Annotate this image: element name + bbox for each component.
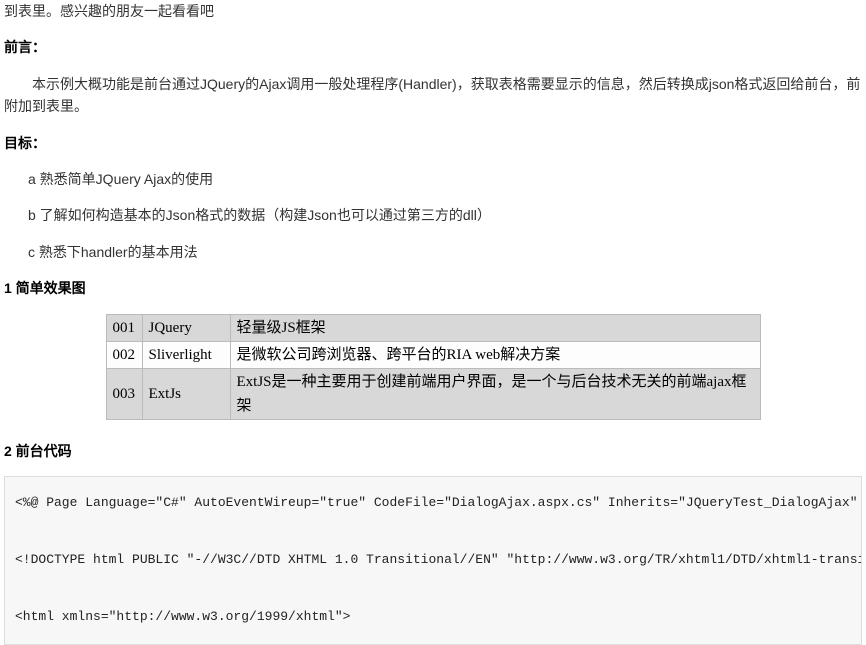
cell-id: 002 [106, 341, 142, 368]
section1-heading: 1 简单效果图 [4, 277, 862, 299]
cell-name: JQuery [142, 314, 230, 341]
result-table: 001 JQuery 轻量级JS框架 002 Sliverlight 是微软公司… [106, 314, 761, 420]
section2-heading: 2 前台代码 [4, 440, 862, 462]
cell-name: ExtJs [142, 368, 230, 419]
cell-name: Sliverlight [142, 341, 230, 368]
code-line: <%@ Page Language="C#" AutoEventWireup="… [15, 495, 862, 510]
cell-id: 003 [106, 368, 142, 419]
table-row: 001 JQuery 轻量级JS框架 [106, 314, 760, 341]
cell-desc: ExtJS是一种主要用于创建前端用户界面，是一个与后台技术无关的前端ajax框架 [230, 368, 760, 419]
code-line: <!DOCTYPE html PUBLIC "-//W3C//DTD XHTML… [15, 552, 862, 567]
preface-body: 本示例大概功能是前台通过JQuery的Ajax调用一般处理程序(Handler)… [4, 73, 862, 118]
cell-id: 001 [106, 314, 142, 341]
cell-desc: 轻量级JS框架 [230, 314, 760, 341]
code-block: <%@ Page Language="C#" AutoEventWireup="… [4, 476, 862, 645]
code-line: <html xmlns="http://www.w3.org/1999/xhtm… [15, 609, 350, 624]
top-line: 到表里。感兴趣的朋友一起看看吧 [4, 0, 862, 22]
table-row: 003 ExtJs ExtJS是一种主要用于创建前端用户界面，是一个与后台技术无… [106, 368, 760, 419]
table-row: 002 Sliverlight 是微软公司跨浏览器、跨平台的RIA web解决方… [106, 341, 760, 368]
goal-b: b 了解如何构造基本的Json格式的数据（构建Json也可以通过第三方的dll） [4, 204, 862, 226]
goal-heading: 目标： [4, 132, 862, 154]
preface-heading: 前言： [4, 36, 862, 58]
goal-a: a 熟悉简单JQuery Ajax的使用 [4, 168, 862, 190]
goal-c: c 熟悉下handler的基本用法 [4, 241, 862, 263]
cell-desc: 是微软公司跨浏览器、跨平台的RIA web解决方案 [230, 341, 760, 368]
